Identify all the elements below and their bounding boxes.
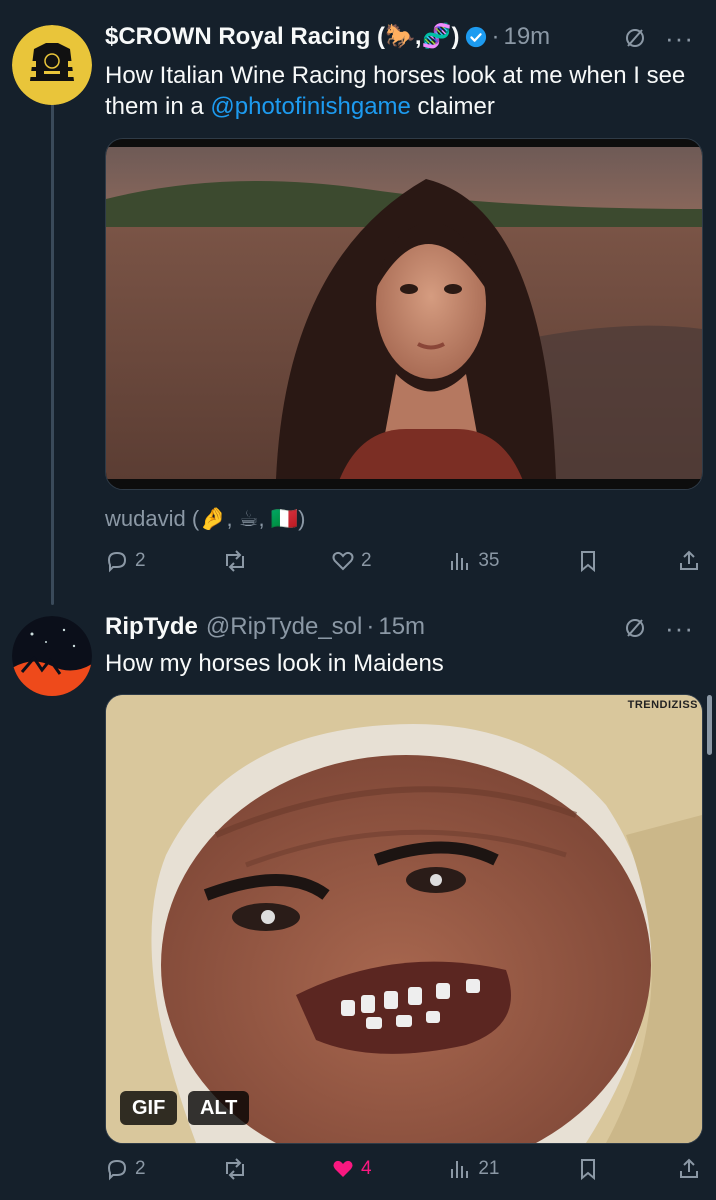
views-icon — [451, 1161, 469, 1178]
grok-icon[interactable] — [623, 26, 647, 50]
tweet-text: How my horses look in Maidens — [105, 650, 444, 677]
reply-button[interactable]: 2 — [105, 549, 146, 573]
display-name[interactable]: RipTyde — [105, 612, 198, 642]
separator-dot: · — [366, 613, 375, 640]
tweet-header: $CROWN Royal Racing (🐎,🧬) · 19m — [105, 22, 550, 52]
views-count: 21 — [478, 1158, 500, 1179]
like-count: 2 — [361, 550, 372, 571]
avatar[interactable] — [12, 25, 92, 105]
bookmark-button[interactable] — [576, 1157, 600, 1181]
media-watermark: TRENDIZISS — [627, 699, 698, 711]
tweet-gif[interactable]: TRENDIZISS GIF ALT — [105, 694, 703, 1144]
timestamp[interactable]: 15m — [378, 612, 425, 642]
verified-badge-icon — [466, 26, 487, 48]
timestamp[interactable]: 19m — [503, 22, 550, 52]
views-button[interactable]: 21 — [448, 1157, 500, 1181]
more-icon[interactable]: ··· — [665, 25, 694, 51]
like-button[interactable]: 4 — [331, 1157, 372, 1181]
reply-button[interactable]: 2 — [105, 1157, 146, 1181]
scrollbar[interactable] — [707, 695, 712, 755]
bookmark-button[interactable] — [576, 549, 600, 573]
grok-icon[interactable] — [623, 616, 647, 640]
retweet-icon — [226, 1158, 245, 1180]
tweet-header-actions: ··· — [623, 25, 694, 51]
tweet-crown-royal-racing[interactable]: $CROWN Royal Racing (🐎,🧬) · 19m ··· How … — [0, 0, 716, 600]
more-icon[interactable]: ··· — [665, 615, 694, 641]
mention-link[interactable]: @photofinishgame — [210, 93, 410, 120]
like-button[interactable]: 2 — [331, 549, 372, 573]
tweet-riptyde[interactable]: RipTyde @RipTyde_sol · 15m ··· How my ho… — [0, 600, 716, 1200]
share-icon — [679, 1158, 698, 1178]
separator-dot: · — [491, 23, 500, 50]
replying-context[interactable]: wudavid (🤌, ☕, 🇮🇹) — [105, 506, 305, 532]
share-button[interactable] — [677, 1157, 701, 1181]
share-button[interactable] — [677, 549, 701, 573]
avatar[interactable] — [12, 616, 92, 696]
reply-count: 2 — [135, 550, 146, 571]
heart-icon — [332, 551, 354, 571]
views-count: 35 — [478, 550, 500, 571]
share-icon — [679, 550, 698, 570]
tweet-header: RipTyde @RipTyde_sol · 15m — [105, 612, 425, 642]
display-name[interactable]: $CROWN Royal Racing (🐎,🧬) — [105, 22, 459, 52]
heart-filled-icon — [333, 1160, 353, 1177]
reply-icon — [107, 551, 127, 573]
tweet-text-part: claimer — [410, 93, 495, 120]
retweet-icon — [226, 550, 245, 572]
tweet-actions: 2 2 35 — [105, 544, 701, 578]
bookmark-icon — [581, 551, 596, 573]
bookmark-icon — [581, 1159, 596, 1181]
gif-badge[interactable]: GIF — [120, 1091, 178, 1125]
tweet-text: How Italian Wine Racing horses look at m… — [105, 60, 695, 122]
alt-text-badge[interactable]: ALT — [188, 1091, 250, 1125]
reply-icon — [107, 1159, 127, 1181]
tweet-image[interactable] — [105, 138, 703, 490]
tweet-actions: 2 4 21 — [105, 1152, 701, 1186]
retweet-button[interactable] — [222, 549, 254, 573]
retweet-button[interactable] — [222, 1157, 254, 1181]
views-button[interactable]: 35 — [448, 549, 500, 573]
like-count: 4 — [361, 1158, 372, 1179]
user-handle[interactable]: @RipTyde_sol — [206, 612, 362, 642]
views-icon — [451, 553, 469, 570]
tweet-header-actions: ··· — [623, 615, 694, 641]
reply-count: 2 — [135, 1158, 146, 1179]
